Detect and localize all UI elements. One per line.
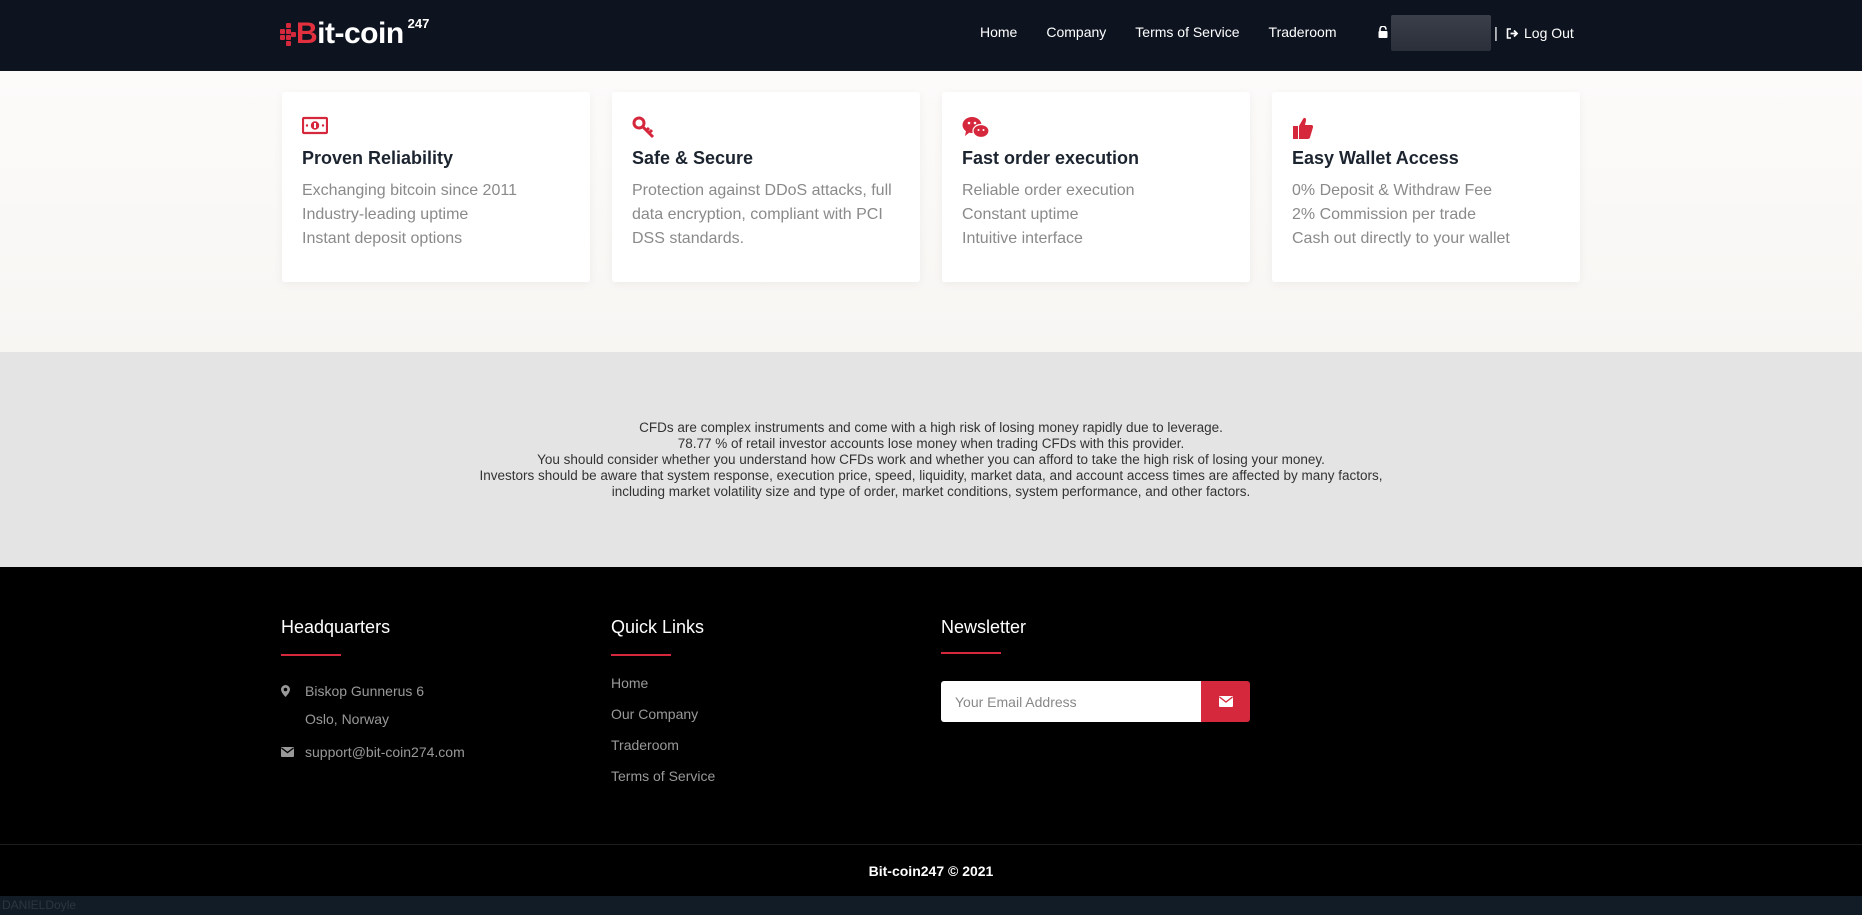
feature-line: Constant uptime bbox=[962, 206, 1079, 223]
nav-separator: | bbox=[1494, 25, 1498, 42]
logout-link[interactable]: Log Out bbox=[1506, 25, 1574, 41]
feature-card: Proven Reliability Exchanging bitcoin si… bbox=[282, 92, 590, 282]
nav-company[interactable]: Company bbox=[1046, 24, 1106, 40]
main-nav: Home Company Terms of Service Traderoom bbox=[980, 24, 1365, 40]
status-bar: DANIELDoyle bbox=[0, 896, 1862, 915]
title-underline bbox=[281, 654, 341, 656]
feature-line: Instant deposit options bbox=[302, 230, 463, 247]
address: Biskop Gunnerus 6 Oslo, Norway bbox=[281, 677, 581, 733]
feature-line: 2% Commission per trade bbox=[1292, 206, 1477, 223]
status-text: DANIELDoyle bbox=[2, 898, 77, 912]
feature-line: 0% Deposit & Withdraw Fee bbox=[1292, 182, 1493, 199]
logo-dots-icon bbox=[280, 20, 296, 52]
address-line1: Biskop Gunnerus 6 bbox=[305, 683, 425, 699]
feature-line: Reliable order execution bbox=[962, 182, 1135, 199]
copyright-text: Bit-coin247 © 2021 bbox=[868, 862, 994, 879]
feature-line: Industry-leading uptime bbox=[302, 206, 469, 223]
nav-traderoom[interactable]: Traderoom bbox=[1269, 24, 1337, 40]
email-contact[interactable]: support@bit-coin274.com bbox=[281, 738, 581, 766]
newsletter-submit-button[interactable] bbox=[1201, 681, 1250, 722]
risk-disclaimer: CFDs are complex instruments and come wi… bbox=[0, 352, 1862, 567]
disclaimer-line: 78.77 % of retail investor accounts lose… bbox=[677, 435, 1185, 451]
disclaimer-line: CFDs are complex instruments and come wi… bbox=[639, 419, 1223, 435]
feature-line: Exchanging bitcoin since 2011 bbox=[302, 182, 517, 199]
email-address[interactable]: support@bit-coin274.com bbox=[305, 744, 465, 760]
map-marker-icon bbox=[281, 685, 290, 697]
quick-links-title: Quick Links bbox=[611, 617, 705, 637]
site-logo[interactable]: Bit-coin 247 bbox=[280, 14, 429, 54]
envelope-icon bbox=[1218, 696, 1233, 707]
top-navbar: Bit-coin 247 Home Company Terms of Servi… bbox=[0, 0, 1862, 71]
footer-link-our-company[interactable]: Our Company bbox=[611, 699, 911, 730]
title-underline bbox=[611, 654, 671, 656]
feature-line: data encryption, compliant with PCI bbox=[632, 206, 883, 223]
newsletter-title: Newsletter bbox=[941, 617, 1027, 637]
newsletter-form bbox=[941, 681, 1250, 722]
envelope-icon bbox=[281, 747, 294, 757]
address-line2: Oslo, Norway bbox=[305, 711, 390, 727]
feature-line: DSS standards. bbox=[632, 230, 745, 247]
key-icon bbox=[632, 116, 655, 139]
money-icon bbox=[301, 116, 329, 135]
footer-link-terms-of-service[interactable]: Terms of Service bbox=[611, 761, 911, 792]
feature-card: Fast order execution Reliable order exec… bbox=[942, 92, 1250, 282]
feature-card: Safe & Secure Protection against DDoS at… bbox=[612, 92, 920, 282]
disclaimer-line: including market volatility size and typ… bbox=[611, 483, 1251, 499]
site-footer: Headquarters Biskop Gunnerus 6 Oslo, Nor… bbox=[0, 567, 1862, 845]
headquarters-column: Headquarters Biskop Gunnerus 6 Oslo, Nor… bbox=[281, 617, 581, 766]
nav-home[interactable]: Home bbox=[980, 24, 1017, 40]
footer-link-traderoom[interactable]: Traderoom bbox=[611, 730, 911, 761]
copyright-bar: Bit-coin247 © 2021 bbox=[0, 844, 1862, 896]
logo-superscript: 247 bbox=[407, 16, 430, 31]
username-display[interactable] bbox=[1391, 15, 1491, 51]
logout-label: Log Out bbox=[1524, 25, 1574, 41]
title-underline bbox=[941, 652, 1001, 654]
feature-line: Cash out directly to your wallet bbox=[1292, 230, 1510, 247]
feature-card: Easy Wallet Access 0% Deposit & Withdraw… bbox=[1272, 92, 1580, 282]
feature-title: Fast order execution bbox=[962, 148, 1140, 168]
nav-terms-of-service[interactable]: Terms of Service bbox=[1135, 24, 1239, 40]
feature-title: Proven Reliability bbox=[302, 148, 454, 168]
feature-title: Safe & Secure bbox=[632, 148, 754, 168]
feature-title: Easy Wallet Access bbox=[1292, 148, 1459, 168]
features-section: Proven Reliability Exchanging bitcoin si… bbox=[0, 71, 1862, 352]
disclaimer-line: Investors should be aware that system re… bbox=[479, 467, 1383, 483]
logout-icon bbox=[1506, 27, 1519, 39]
headquarters-title: Headquarters bbox=[281, 617, 391, 637]
lock-icon bbox=[1378, 26, 1388, 38]
newsletter-email-input[interactable] bbox=[941, 681, 1201, 722]
newsletter-column: Newsletter bbox=[941, 617, 1261, 722]
thumbs-up-icon bbox=[1293, 117, 1314, 139]
feature-line: Intuitive interface bbox=[962, 230, 1083, 247]
footer-link-home[interactable]: Home bbox=[611, 668, 911, 699]
wechat-icon bbox=[962, 117, 990, 139]
quick-links-column: Quick Links Home Our Company Traderoom T… bbox=[611, 617, 911, 792]
disclaimer-line: You should consider whether you understa… bbox=[537, 451, 1325, 467]
feature-line: Protection against DDoS attacks, full bbox=[632, 182, 892, 199]
logo-text: Bit-coin bbox=[296, 17, 404, 50]
